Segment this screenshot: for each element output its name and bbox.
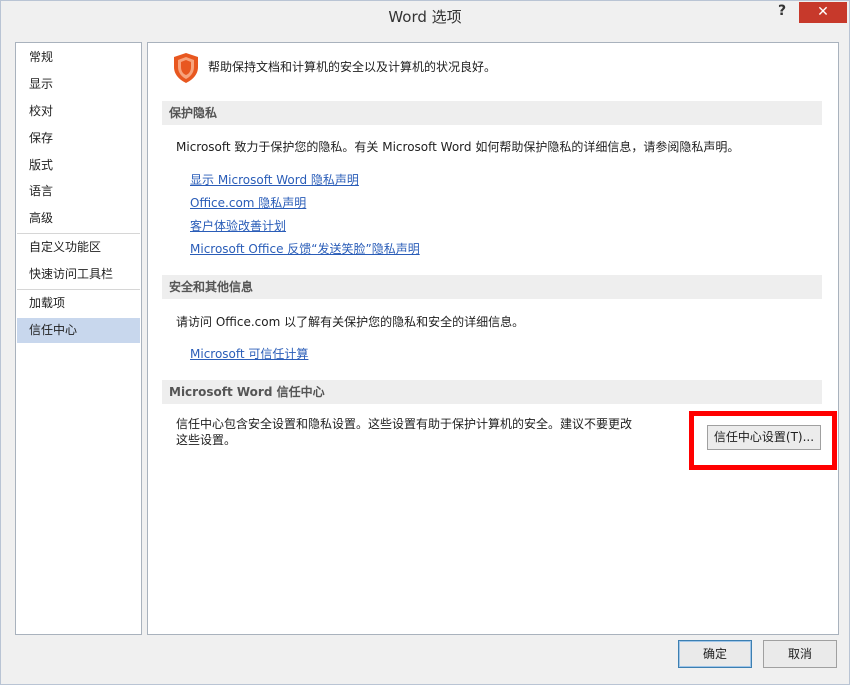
sidebar-item-add-ins[interactable]: 加载项 bbox=[17, 291, 140, 316]
trust-center-desc-line1: 信任中心包含安全设置和隐私设置。这些设置有助于保护计算机的安全。建议不要更改 bbox=[176, 417, 633, 431]
section-header-security: 安全和其他信息 bbox=[162, 275, 822, 299]
ok-button[interactable]: 确定 bbox=[678, 640, 752, 668]
word-options-dialog: Word 选项 ? ✕ 常规 显示 校对 保存 版式 语言 高级 自定义功能区 … bbox=[0, 0, 850, 685]
trust-intro-text: 帮助保持文档和计算机的安全以及计算机的状况良好。 bbox=[208, 60, 497, 74]
nav-divider bbox=[17, 289, 140, 290]
sidebar-item-language[interactable]: 语言 bbox=[17, 179, 140, 204]
link-trustworthy-computing[interactable]: Microsoft 可信任计算 bbox=[190, 345, 308, 362]
sidebar-item-quick-access-toolbar[interactable]: 快速访问工具栏 bbox=[17, 262, 140, 287]
sidebar-item-customize-ribbon[interactable]: 自定义功能区 bbox=[17, 235, 140, 260]
close-button[interactable]: ✕ bbox=[799, 2, 847, 23]
trust-center-desc-line2: 这些设置。 bbox=[176, 433, 237, 447]
sidebar-item-trust-center[interactable]: 信任中心 bbox=[17, 318, 140, 343]
sidebar-item-layout[interactable]: 版式 bbox=[17, 153, 140, 178]
title-bar: Word 选项 ? ✕ bbox=[1, 1, 849, 32]
sidebar-item-advanced[interactable]: 高级 bbox=[17, 206, 140, 231]
window-title: Word 选项 bbox=[388, 8, 462, 26]
sidebar-item-save[interactable]: 保存 bbox=[17, 126, 140, 151]
help-button[interactable]: ? bbox=[769, 3, 795, 23]
shield-icon bbox=[174, 53, 198, 83]
link-ceip[interactable]: 客户体验改善计划 bbox=[190, 217, 286, 234]
sidebar-nav: 常规 显示 校对 保存 版式 语言 高级 自定义功能区 快速访问工具栏 加载项 … bbox=[15, 42, 142, 635]
trust-center-description: 信任中心包含安全设置和隐私设置。这些设置有助于保护计算机的安全。建议不要更改 这… bbox=[176, 416, 646, 448]
section-header-privacy: 保护隐私 bbox=[162, 101, 822, 125]
content-panel: 帮助保持文档和计算机的安全以及计算机的状况良好。 保护隐私 Microsoft … bbox=[147, 42, 839, 635]
cancel-button[interactable]: 取消 bbox=[763, 640, 837, 668]
link-officecom-privacy[interactable]: Office.com 隐私声明 bbox=[190, 194, 306, 211]
security-text: 请访问 Office.com 以了解有关保护您的隐私和安全的详细信息。 bbox=[176, 315, 525, 329]
nav-divider bbox=[17, 233, 140, 234]
link-send-smile-privacy[interactable]: Microsoft Office 反馈“发送笑脸”隐私声明 bbox=[190, 240, 420, 257]
sidebar-item-display[interactable]: 显示 bbox=[17, 72, 140, 97]
trust-center-settings-button[interactable]: 信任中心设置(T)... bbox=[707, 425, 821, 450]
section-header-trust-center: Microsoft Word 信任中心 bbox=[162, 380, 822, 404]
sidebar-item-proofing[interactable]: 校对 bbox=[17, 99, 140, 124]
sidebar-item-general[interactable]: 常规 bbox=[17, 45, 140, 70]
privacy-text: Microsoft 致力于保护您的隐私。有关 Microsoft Word 如何… bbox=[176, 140, 740, 154]
link-word-privacy-statement[interactable]: 显示 Microsoft Word 隐私声明 bbox=[190, 171, 359, 188]
